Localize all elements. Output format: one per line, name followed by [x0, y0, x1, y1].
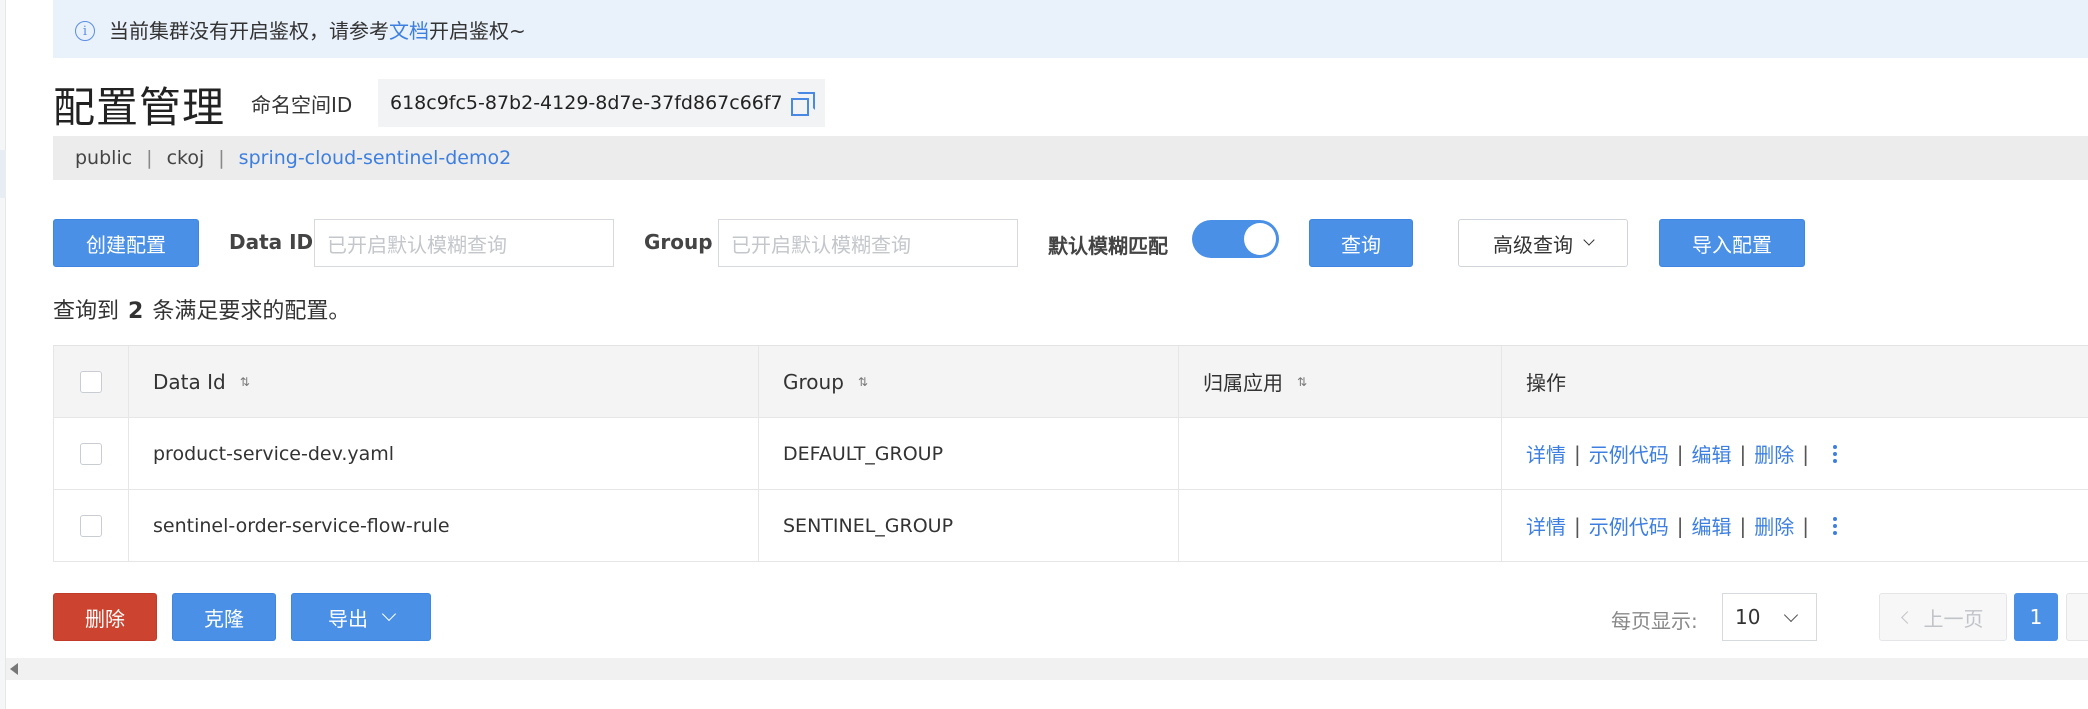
page-title: 配置管理: [53, 83, 226, 132]
column-label: 归属应用: [1203, 371, 1283, 395]
export-label: 导出: [328, 606, 368, 631]
action-separator: |: [1802, 441, 1809, 466]
table-row: sentinel-order-service-flow-rule SENTINE…: [53, 490, 2088, 562]
actions-cell: 详情 | 示例代码 | 编辑 | 删除 |: [1502, 418, 2088, 489]
copy-icon[interactable]: [790, 92, 815, 116]
batch-delete-button[interactable]: 删除: [53, 593, 157, 641]
action-separator: |: [1739, 441, 1747, 466]
detail-link[interactable]: 详情: [1526, 439, 1566, 468]
column-label: Data Id: [153, 369, 226, 394]
fuzzy-match-label: 默认模糊匹配: [1048, 234, 1168, 258]
row-checkbox-cell: [53, 490, 129, 561]
table-header-row: Data Id ⇅ Group ⇅ 归属应用 ⇅ 操作: [53, 346, 2088, 418]
data-id-label: Data ID: [229, 230, 314, 254]
clone-button[interactable]: 克隆: [172, 593, 276, 641]
config-table: Data Id ⇅ Group ⇅ 归属应用 ⇅ 操作 product-service…: [53, 345, 2088, 562]
sort-icon[interactable]: ⇅: [858, 375, 868, 389]
create-config-button[interactable]: 创建配置: [53, 219, 199, 267]
auth-notice-banner: i 当前集群没有开启鉴权，请参考 文档 开启鉴权~: [53, 0, 2088, 58]
row-checkbox[interactable]: [80, 442, 102, 465]
table-row: product-service-dev.yaml DEFAULT_GROUP 详…: [53, 418, 2088, 490]
delete-link[interactable]: 删除: [1754, 439, 1794, 468]
chevron-down-icon: [1583, 234, 1595, 246]
chevron-left-icon: [1900, 610, 1914, 624]
select-all-checkbox[interactable]: [80, 370, 102, 393]
page-number-current[interactable]: 1: [2014, 593, 2058, 641]
advanced-query-button[interactable]: 高级查询: [1458, 219, 1628, 267]
action-separator: |: [1574, 441, 1581, 466]
group-input[interactable]: 已开启默认模糊查询: [718, 219, 1018, 267]
delete-link[interactable]: 删除: [1754, 511, 1794, 540]
result-summary: 查询到 2 条满足要求的配置。: [53, 293, 350, 325]
action-separator: |: [1739, 513, 1747, 538]
namespace-tabs: public | ckoj | spring-cloud-sentinel-de…: [53, 136, 2088, 180]
action-separator: |: [1676, 513, 1684, 538]
sort-icon[interactable]: ⇅: [240, 375, 250, 389]
app-cell: [1179, 490, 1502, 561]
group-cell: SENTINEL_GROUP: [759, 490, 1179, 561]
namespace-tab-spring-cloud-sentinel-demo2[interactable]: spring-cloud-sentinel-demo2: [239, 147, 512, 169]
group-label: Group: [644, 230, 713, 254]
more-actions-icon[interactable]: [1833, 444, 1837, 463]
namespace-tab-public[interactable]: public: [75, 147, 132, 169]
sample-code-link[interactable]: 示例代码: [1589, 511, 1669, 540]
notice-text-before: 当前集群没有开启鉴权，请参考: [109, 18, 389, 43]
namespace-id-box: 618c9fc5-87b2-4129-8d7e-37fd867c66f7: [378, 79, 825, 127]
left-sidebar-strip: [0, 0, 6, 709]
namespace-id-label: 命名空间ID: [251, 93, 353, 117]
notice-text-after: 开启鉴权~: [429, 18, 526, 43]
summary-count: 2: [128, 299, 144, 324]
header-checkbox-cell: [53, 346, 129, 417]
detail-link[interactable]: 详情: [1526, 511, 1566, 540]
row-checkbox-cell: [53, 418, 129, 489]
prev-page-button[interactable]: 上一页: [1879, 593, 2007, 641]
sidebar-active-marker: [0, 150, 6, 198]
page-size-label: 每页显示:: [1611, 609, 1698, 633]
data-id-input[interactable]: 已开启默认模糊查询: [314, 219, 614, 267]
column-label: Group: [783, 369, 844, 394]
horizontal-scrollbar[interactable]: [6, 658, 2088, 680]
edit-link[interactable]: 编辑: [1692, 439, 1732, 468]
toggle-knob: [1244, 223, 1276, 255]
app-cell: [1179, 418, 1502, 489]
column-header-actions: 操作: [1502, 346, 2088, 417]
group-cell: DEFAULT_GROUP: [759, 418, 1179, 489]
summary-suffix: 条满足要求的配置。: [152, 299, 351, 324]
namespace-tab-ckoj[interactable]: ckoj: [167, 147, 205, 169]
next-page-button[interactable]: [2066, 593, 2088, 641]
import-config-button[interactable]: 导入配置: [1659, 219, 1805, 267]
page-size-value: 10: [1735, 605, 1761, 629]
page-size-select[interactable]: 10: [1722, 593, 1817, 641]
column-label: 操作: [1526, 371, 1566, 395]
row-checkbox[interactable]: [80, 514, 102, 537]
column-header-group[interactable]: Group ⇅: [759, 346, 1179, 417]
column-header-app[interactable]: 归属应用 ⇅: [1179, 346, 1502, 417]
summary-prefix: 查询到: [53, 299, 120, 324]
fuzzy-match-toggle[interactable]: [1192, 220, 1279, 258]
chevron-down-icon: [381, 606, 397, 622]
chevron-down-icon: [1783, 607, 1799, 623]
edit-link[interactable]: 编辑: [1692, 511, 1732, 540]
data-id-cell: product-service-dev.yaml: [129, 418, 759, 489]
action-separator: |: [1676, 441, 1684, 466]
namespace-separator: |: [146, 147, 153, 169]
namespace-separator: |: [218, 147, 225, 169]
sort-icon[interactable]: ⇅: [1297, 375, 1307, 389]
more-actions-icon[interactable]: [1833, 516, 1837, 535]
column-header-data-id[interactable]: Data Id ⇅: [129, 346, 759, 417]
notice-doc-link[interactable]: 文档: [389, 15, 429, 44]
advanced-query-label: 高级查询: [1493, 232, 1573, 257]
prev-page-label: 上一页: [1923, 606, 1984, 631]
export-button[interactable]: 导出: [291, 593, 431, 641]
action-separator: |: [1802, 513, 1809, 538]
info-icon: i: [75, 21, 95, 41]
actions-cell: 详情 | 示例代码 | 编辑 | 删除 |: [1502, 490, 2088, 561]
data-id-cell: sentinel-order-service-flow-rule: [129, 490, 759, 561]
action-separator: |: [1574, 513, 1581, 538]
sample-code-link[interactable]: 示例代码: [1589, 439, 1669, 468]
query-button[interactable]: 查询: [1309, 219, 1413, 267]
namespace-id-value: 618c9fc5-87b2-4129-8d7e-37fd867c66f7: [390, 92, 783, 114]
scroll-left-arrow-icon[interactable]: [10, 663, 18, 675]
